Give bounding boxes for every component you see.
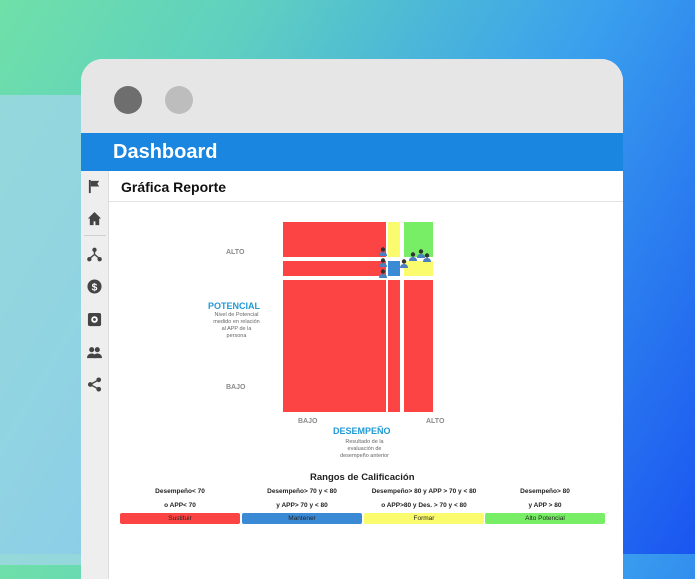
potencial-desc-line: Nivel de Potencial [214, 312, 259, 318]
ranges-title: Rangos de Calificación [310, 472, 415, 483]
matrix-cell-formar [404, 261, 433, 276]
potencial-desc-line: persona [226, 333, 247, 339]
app-header: Dashboard [81, 133, 623, 171]
person-icon[interactable] [400, 259, 408, 268]
range-badge-mantener: Mantener [242, 513, 362, 524]
person-icon[interactable] [379, 247, 387, 256]
desempeno-desc-line: evaluación de [347, 446, 382, 452]
sidebar: $ [81, 171, 109, 579]
potencial-low-label: BAJO [226, 384, 246, 391]
person-icon[interactable] [379, 258, 387, 267]
matrix-cell-sustituir [388, 280, 400, 412]
range-rule: o APP>80 y Des. > 70 y < 80 [381, 502, 467, 509]
background-panel [0, 95, 90, 565]
range-badge-sustituir: Sustituir [120, 513, 240, 524]
svg-text:$: $ [92, 282, 98, 293]
desempeno-desc-line: desempeño anterior [340, 453, 389, 459]
hierarchy-icon[interactable] [87, 247, 102, 262]
range-rule: y APP> 70 y < 80 [276, 502, 328, 509]
potencial-desc-line: al APP de la [221, 326, 252, 332]
window-minimize-dot[interactable] [165, 86, 193, 114]
desempeno-axis-title: DESEMPEÑO [333, 426, 391, 436]
home-icon[interactable] [87, 211, 102, 226]
range-badge-alto-potencial: Alto Potencial [485, 513, 605, 524]
range-rule: o APP< 70 [164, 502, 196, 509]
share-icon[interactable] [87, 377, 102, 392]
range-rule: y APP > 80 [528, 502, 562, 509]
matrix-cell-sustituir [283, 222, 386, 257]
desempeno-low-label: BAJO [298, 418, 318, 425]
matrix-cell-sustituir [283, 280, 386, 412]
matrix-cell-sustituir [283, 261, 386, 276]
potencial-axis-title: POTENCIAL [208, 301, 261, 311]
flag-icon[interactable] [87, 179, 102, 194]
range-formar: Desempeño> 80 y APP > 70 y < 80 o APP>80… [364, 485, 484, 524]
window-titlebar [81, 59, 623, 133]
potencial-desc-line: medido en relación [213, 319, 260, 325]
desempeno-axis-description: Resultado de la evaluación de desempeño … [327, 439, 402, 460]
matrix-cell-mantener [388, 261, 400, 276]
talent-matrix [283, 222, 433, 412]
range-rule: Desempeño> 70 y < 80 [267, 488, 337, 495]
range-mantener: Desempeño> 70 y < 80 y APP> 70 y < 80 Ma… [242, 485, 362, 524]
range-rule: Desempeño> 80 y APP > 70 y < 80 [371, 488, 477, 495]
app-title: Dashboard [113, 141, 218, 163]
settings-icon[interactable] [87, 312, 102, 327]
matrix-cell-sustituir [404, 280, 433, 412]
desempeno-high-label: ALTO [426, 418, 445, 425]
dollar-icon[interactable]: $ [87, 279, 102, 294]
person-icon[interactable] [409, 252, 417, 261]
people-icon[interactable] [87, 345, 102, 360]
range-badge-formar: Formar [364, 513, 484, 524]
potencial-axis-description: Nivel de Potencial medido en relación al… [199, 312, 274, 340]
range-rule: Desempeño> 80 [520, 488, 570, 495]
person-icon[interactable] [423, 253, 431, 262]
sidebar-divider [84, 235, 106, 236]
potencial-high-label: ALTO [226, 249, 245, 256]
desempeno-desc-line: Resultado de la [345, 439, 384, 445]
range-rule: Desempeño< 70 [155, 488, 205, 495]
matrix-cell-formar [388, 222, 400, 257]
range-sustituir: Desempeño< 70 o APP< 70 Sustituir [120, 485, 240, 524]
page-title: Gráfica Reporte [121, 179, 227, 195]
window-close-dot[interactable] [114, 86, 142, 114]
page-header: Gráfica Reporte [109, 171, 623, 202]
range-alto-potencial: Desempeño> 80 y APP > 80 Alto Potencial [485, 485, 605, 524]
person-icon[interactable] [379, 269, 387, 278]
